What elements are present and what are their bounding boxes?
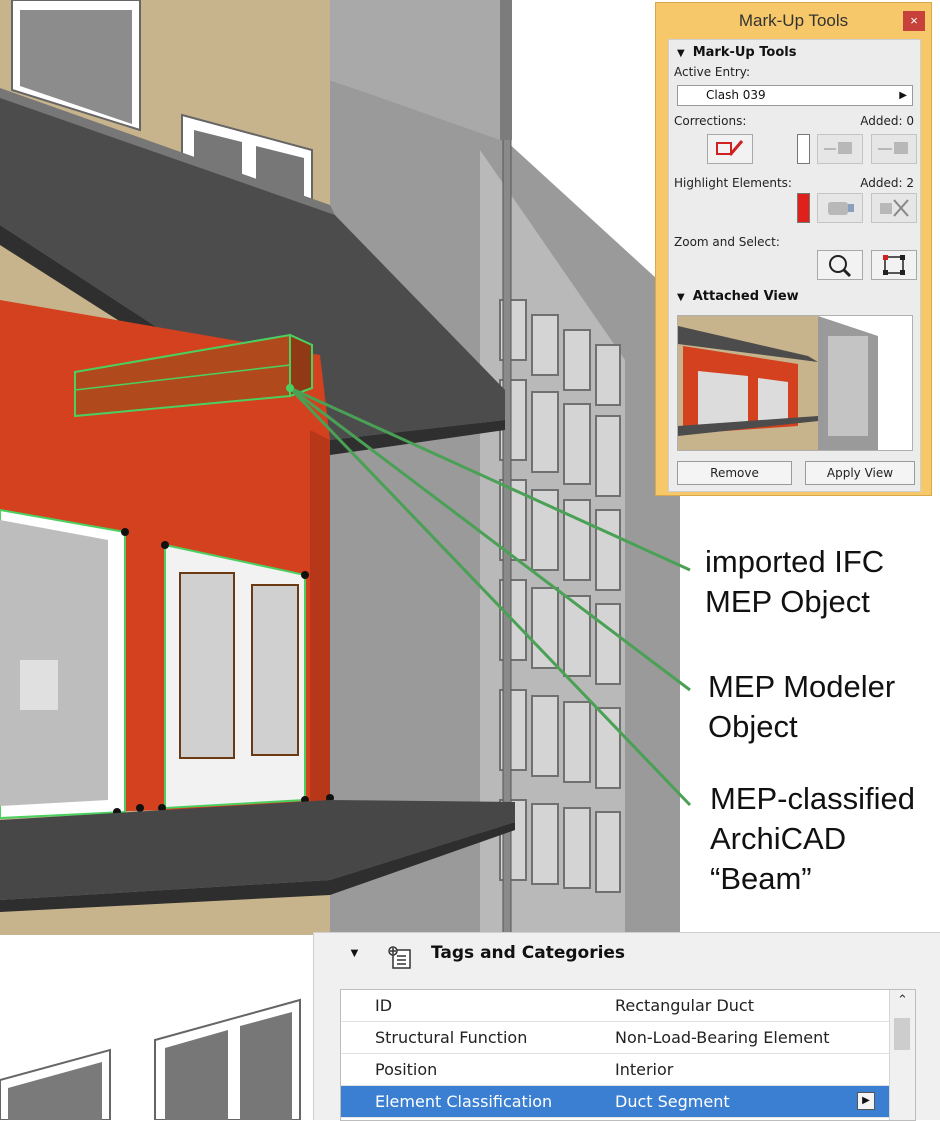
section-title: Mark-Up Tools <box>692 45 797 60</box>
collapse-triangle-icon: ▼ <box>677 292 685 303</box>
active-entry-value: Clash 039 <box>706 88 766 102</box>
downpipe <box>502 0 512 936</box>
highlight-elements-label: Highlight Elements: <box>674 176 792 190</box>
tags-panel-title: Tags and Categories <box>431 943 626 963</box>
correction-color-swatch[interactable] <box>797 134 810 164</box>
attached-view-thumbnail <box>677 315 913 451</box>
remove-correction-elements-button[interactable] <box>871 134 917 164</box>
zoom-select-label: Zoom and Select: <box>674 235 780 249</box>
scrollbar-thumb[interactable] <box>894 1018 910 1050</box>
markup-tools-palette: Mark-Up Tools × ▼ Mark-Up Tools Active En… <box>655 2 932 496</box>
remove-button[interactable]: Remove <box>677 461 792 485</box>
row-key: Position <box>375 1060 438 1079</box>
apply-view-button[interactable]: Apply View <box>805 461 915 485</box>
tags-categories-icon <box>386 943 414 976</box>
collapse-triangle-icon: ▼ <box>348 945 361 960</box>
zoom-button[interactable] <box>817 250 863 280</box>
tags-panel-header[interactable]: ▼ Tags and Categories <box>314 933 940 977</box>
remove-elements-icon <box>878 142 908 154</box>
vertical-scrollbar[interactable]: ⌃ <box>889 990 915 1120</box>
select-nodes-icon <box>883 255 905 275</box>
tags-table: ID Rectangular Duct Structural Function No… <box>340 989 916 1121</box>
highlight-color-swatch[interactable] <box>797 193 810 223</box>
attached-view-section-header[interactable]: ▼ Attached View <box>677 289 799 304</box>
row-key: Structural Function <box>375 1028 528 1047</box>
add-elements-icon <box>824 142 852 154</box>
chevron-up-icon[interactable]: ⌃ <box>890 992 915 1008</box>
collapse-triangle-icon: ▼ <box>677 48 685 59</box>
add-highlight-button[interactable] <box>817 193 863 223</box>
row-value: Duct Segment <box>615 1092 730 1111</box>
markup-tools-section-header[interactable]: ▼ Mark-Up Tools <box>677 45 796 60</box>
markup-pen-icon <box>716 140 744 156</box>
palette-body: ▼ Mark-Up Tools Active Entry: Clash 039 ▶ … <box>668 39 921 492</box>
row-value: Interior <box>615 1060 674 1079</box>
active-entry-label: Active Entry: <box>674 65 751 79</box>
callout-imported-ifc: imported IFC MEP Object <box>705 544 885 619</box>
palette-titlebar[interactable]: Mark-Up Tools × <box>656 3 931 37</box>
callout-archicad-beam: MEP-classified ArchiCAD “Beam” <box>710 781 915 896</box>
row-value: Rectangular Duct <box>615 996 754 1015</box>
corrections-added-count: Added: 0 <box>860 114 914 128</box>
select-elements-button[interactable] <box>871 250 917 280</box>
section-title: Attached View <box>692 289 799 304</box>
table-row[interactable]: Position Interior <box>341 1054 889 1086</box>
highlight-remove-icon <box>880 199 909 217</box>
zoom-magnifier-icon <box>829 255 852 278</box>
left-window <box>0 508 126 820</box>
close-button[interactable]: × <box>903 11 925 31</box>
row-key: ID <box>375 996 393 1015</box>
table-row[interactable]: Structural Function Non-Load-Bearing Elem… <box>341 1022 889 1054</box>
row-key: Element Classification <box>375 1092 553 1111</box>
highlight-add-icon <box>828 202 854 215</box>
tags-and-categories-panel: ▼ Tags and Categories ID Rectangular Duct… <box>313 932 940 1121</box>
palette-title: Mark-Up Tools <box>738 11 849 30</box>
add-correction-button[interactable] <box>707 134 753 164</box>
callout-mep-modeler: MEP Modeler Object <box>708 669 896 744</box>
table-row-selected[interactable]: Element Classification Duct Segment ▶ <box>341 1086 889 1118</box>
triangle-right-icon: ▶ <box>899 90 907 101</box>
table-row[interactable]: ID Rectangular Duct <box>341 990 889 1022</box>
active-entry-select[interactable]: Clash 039 ▶ <box>677 85 913 106</box>
add-correction-elements-button[interactable] <box>817 134 863 164</box>
remove-highlight-button[interactable] <box>871 193 917 223</box>
triangle-right-icon[interactable]: ▶ <box>857 1092 875 1110</box>
highlight-added-count: Added: 2 <box>860 176 914 190</box>
corrections-label: Corrections: <box>674 114 747 128</box>
row-value: Non-Load-Bearing Element <box>615 1028 830 1047</box>
